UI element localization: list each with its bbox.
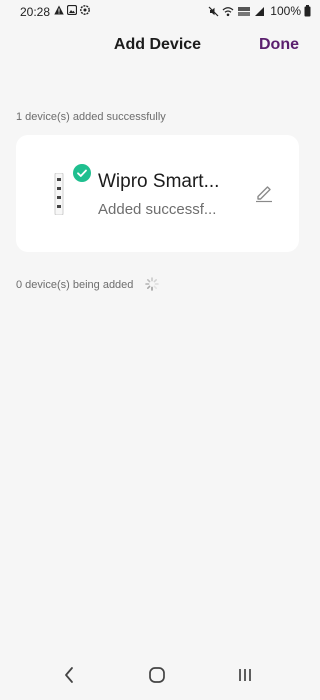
system-nav-bar [0,652,315,700]
status-bar: 20:28 100% [0,0,315,24]
device-card[interactable]: Wipro Smart... Added successf... [16,135,299,252]
mute-icon [208,6,219,16]
status-time: 20:28 [20,5,51,19]
recents-icon[interactable] [237,666,253,684]
header: Add Device Done [0,24,315,68]
back-icon[interactable] [62,666,76,684]
device-name: Wipro Smart... [98,171,220,192]
volte-icon [238,6,251,16]
battery-percent: 100% [270,4,301,18]
warning-icon [54,5,64,15]
adding-section-label: 0 device(s) being added [16,279,134,291]
home-icon[interactable] [148,666,166,684]
power-strip-icon [54,173,64,215]
loading-spinner-icon [145,277,159,291]
gallery-icon [67,5,77,15]
signal-icon [255,6,265,16]
done-button[interactable]: Done [259,36,299,54]
wifi-icon [222,6,234,16]
edit-pencil-icon[interactable] [254,183,274,203]
check-badge-icon [73,164,91,182]
battery-icon [304,5,311,17]
added-section-label: 1 device(s) added successfully [16,111,166,123]
device-status: Added successf... [98,201,217,218]
settings-wheel-icon [80,5,90,15]
